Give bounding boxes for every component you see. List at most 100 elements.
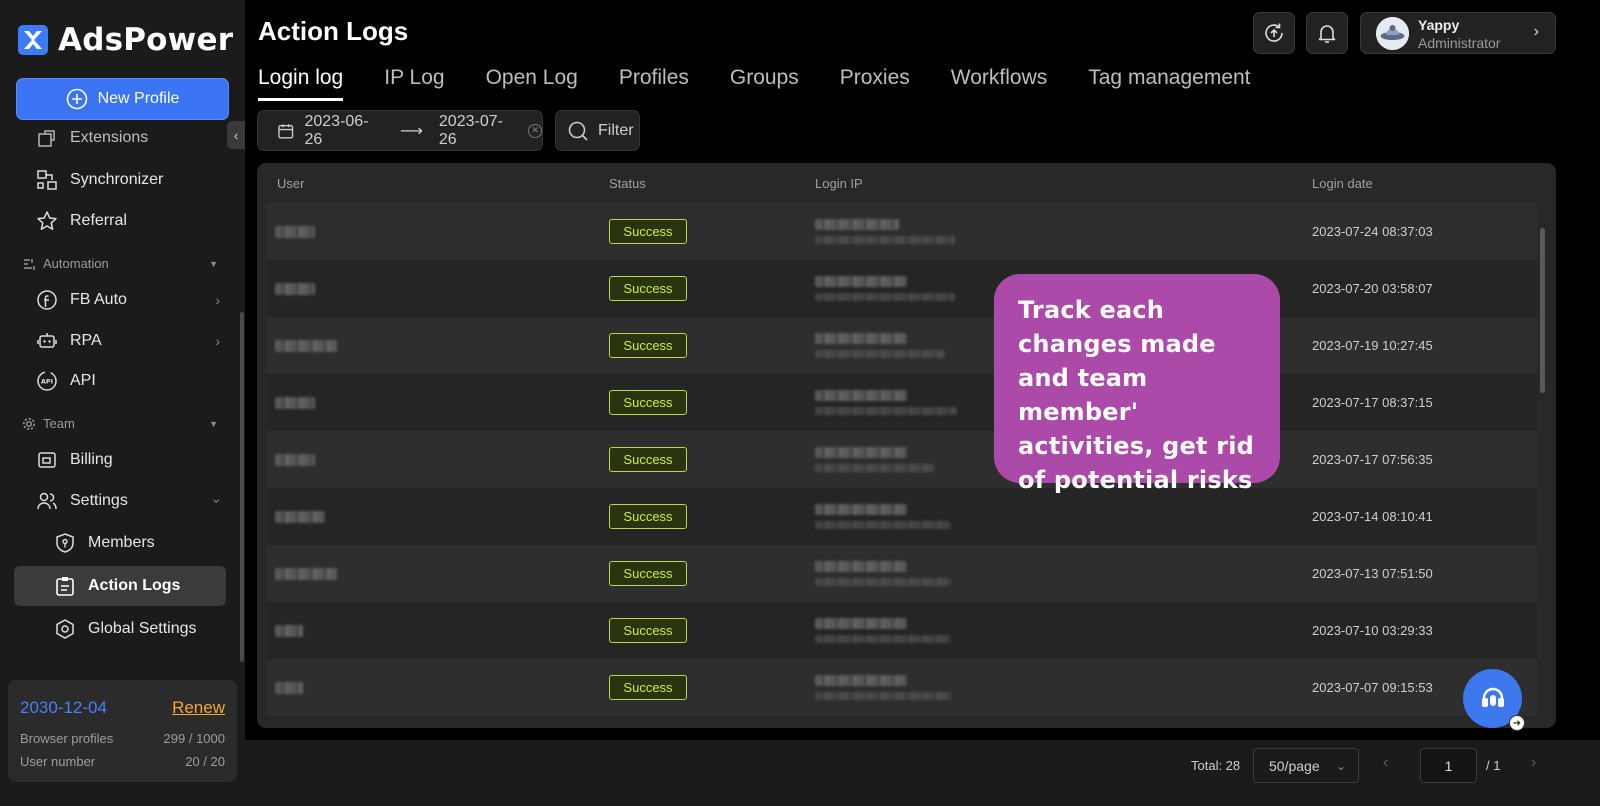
sync-button[interactable] (1253, 12, 1295, 54)
section-team[interactable]: Team ▼ (22, 416, 222, 431)
user-number-value: 20 / 20 (185, 754, 225, 769)
new-profile-button[interactable]: New Profile (16, 78, 229, 120)
login-date: 2023-07-17 07:56:35 (1312, 452, 1433, 467)
section-automation[interactable]: Automation ▼ (22, 256, 222, 271)
redacted-user (275, 510, 325, 523)
star-icon (36, 210, 58, 232)
column-header-login-date: Login date (1312, 176, 1373, 191)
sidebar-item-synchronizer[interactable]: Synchronizer (36, 162, 226, 198)
calendar-icon (278, 123, 294, 138)
prev-page-button[interactable]: ‹ (1383, 754, 1388, 772)
tab-open-log[interactable]: Open Log (486, 66, 578, 101)
search-icon (568, 121, 588, 141)
sync-icon (1265, 23, 1283, 42)
filter-button[interactable]: Filter (555, 110, 640, 151)
date-to[interactable]: 2023-07-26 (439, 113, 518, 149)
redacted-ip (815, 504, 907, 515)
status-badge: Success (609, 390, 687, 415)
clear-icon[interactable]: ✕ (528, 123, 543, 138)
sidebar-item-label: Action Logs (88, 577, 181, 594)
table-scrollbar[interactable] (1540, 228, 1545, 393)
sidebar-item-label: FB Auto (70, 291, 127, 308)
status-badge: Success (609, 447, 687, 472)
user-role: Administrator (1418, 35, 1501, 51)
status-badge: Success (609, 675, 687, 700)
redacted-ip (815, 333, 907, 344)
arrow-right-icon: ➜ (1509, 715, 1525, 731)
user-number-label: User number (20, 754, 96, 769)
extensions-icon (36, 127, 58, 149)
sidebar-item-members[interactable]: Members (54, 525, 226, 561)
page-number-input[interactable]: 1 (1420, 748, 1477, 783)
chevron-right-icon: › (215, 292, 220, 308)
sidebar-item-referral[interactable]: Referral (36, 203, 226, 239)
sidebar-item-label: Global Settings (88, 620, 197, 637)
brand-name: AdsPower (58, 22, 234, 58)
bell-icon (1318, 25, 1336, 43)
table-row[interactable]: Success 2023-07-17 07:56:35 (266, 431, 1537, 488)
chevron-down-icon: › (209, 498, 226, 504)
sidebar-item-label: Billing (70, 451, 113, 468)
table-row[interactable]: Success 2023-07-24 08:37:03 (266, 203, 1537, 260)
table-row[interactable]: Success 2023-07-20 03:58:07 (266, 260, 1537, 317)
redacted-location (815, 236, 955, 244)
browser-profiles-row: Browser profiles 299 / 1000 (20, 731, 225, 746)
sidebar-item-fb-auto[interactable]: FB Auto › (36, 282, 226, 318)
redacted-user (275, 567, 337, 580)
tab-ip-log[interactable]: IP Log (384, 66, 444, 101)
table-row[interactable]: Success 2023-07-19 10:27:45 (266, 317, 1537, 374)
table-row[interactable]: Success 2023-07-17 08:37:15 (266, 374, 1537, 431)
chevron-right-icon: › (215, 333, 220, 349)
table-row[interactable]: Success 2023-07-07 09:15:53 (266, 659, 1537, 716)
sidebar-item-action-logs[interactable]: Action Logs (54, 568, 226, 604)
redacted-user (275, 681, 303, 694)
next-page-button[interactable]: › (1531, 754, 1536, 772)
user-number-row: User number 20 / 20 (20, 754, 225, 769)
login-date: 2023-07-17 08:37:15 (1312, 395, 1433, 410)
login-date: 2023-07-10 03:29:33 (1312, 623, 1433, 638)
page-size-select[interactable]: 50/page ⌄ (1253, 748, 1359, 783)
automation-icon (24, 258, 35, 270)
redacted-location (815, 350, 945, 358)
tab-proxies[interactable]: Proxies (840, 66, 910, 101)
customer-support-button[interactable]: ➜ (1463, 669, 1525, 731)
renew-link[interactable]: Renew (172, 698, 225, 718)
table-row[interactable]: Success 2023-07-13 07:51:50 (266, 545, 1537, 602)
redacted-location (815, 578, 951, 586)
login-date: 2023-07-14 08:10:41 (1312, 509, 1433, 524)
hexagon-gear-icon (54, 618, 76, 640)
table-row[interactable]: Success 2023-07-10 03:29:33 (266, 602, 1537, 659)
sidebar-item-label: RPA (70, 332, 102, 349)
redacted-ip (815, 675, 907, 686)
shield-icon (54, 532, 76, 554)
tab-login-log[interactable]: Login log (258, 66, 344, 101)
date-from[interactable]: 2023-06-26 (304, 113, 383, 149)
user-menu[interactable]: Yappy Administrator › (1360, 12, 1556, 54)
total-count: Total: 28 (1191, 758, 1241, 773)
sidebar-item-api[interactable]: API API (36, 363, 226, 399)
brand-logo[interactable]: AdsPower (18, 22, 233, 58)
sidebar-item-label: Settings (70, 492, 128, 509)
sidebar-item-billing[interactable]: Billing (36, 442, 226, 478)
table-row[interactable]: Success 2023-07-14 08:10:41 (266, 488, 1537, 545)
tab-workflows[interactable]: Workflows (951, 66, 1047, 101)
tab-tag-management[interactable]: Tag management (1088, 66, 1250, 101)
sidebar-item-rpa[interactable]: RPA › (36, 323, 226, 359)
tab-groups[interactable]: Groups (730, 66, 799, 101)
sidebar-scrollbar[interactable] (240, 312, 244, 662)
caret-down-icon: ▼ (209, 418, 218, 429)
sidebar-item-extensions[interactable]: Extensions (36, 126, 226, 156)
notifications-button[interactable] (1306, 12, 1348, 54)
sidebar-item-label: Extensions (70, 129, 149, 146)
api-icon: API (36, 370, 58, 392)
redacted-user (275, 339, 337, 352)
browser-profiles-label: Browser profiles (20, 731, 114, 746)
sidebar-item-settings[interactable]: Settings › (36, 483, 226, 519)
new-profile-label: New Profile (97, 90, 180, 107)
date-range-picker[interactable]: 2023-06-26 ⟶ 2023-07-26 ✕ (257, 110, 543, 151)
feature-callout: Track each changes made and team member'… (994, 274, 1280, 494)
page-title: Action Logs (258, 16, 409, 46)
tab-profiles[interactable]: Profiles (619, 66, 689, 101)
sidebar-item-global-settings[interactable]: Global Settings (54, 611, 226, 647)
section-label: Team (43, 416, 75, 431)
